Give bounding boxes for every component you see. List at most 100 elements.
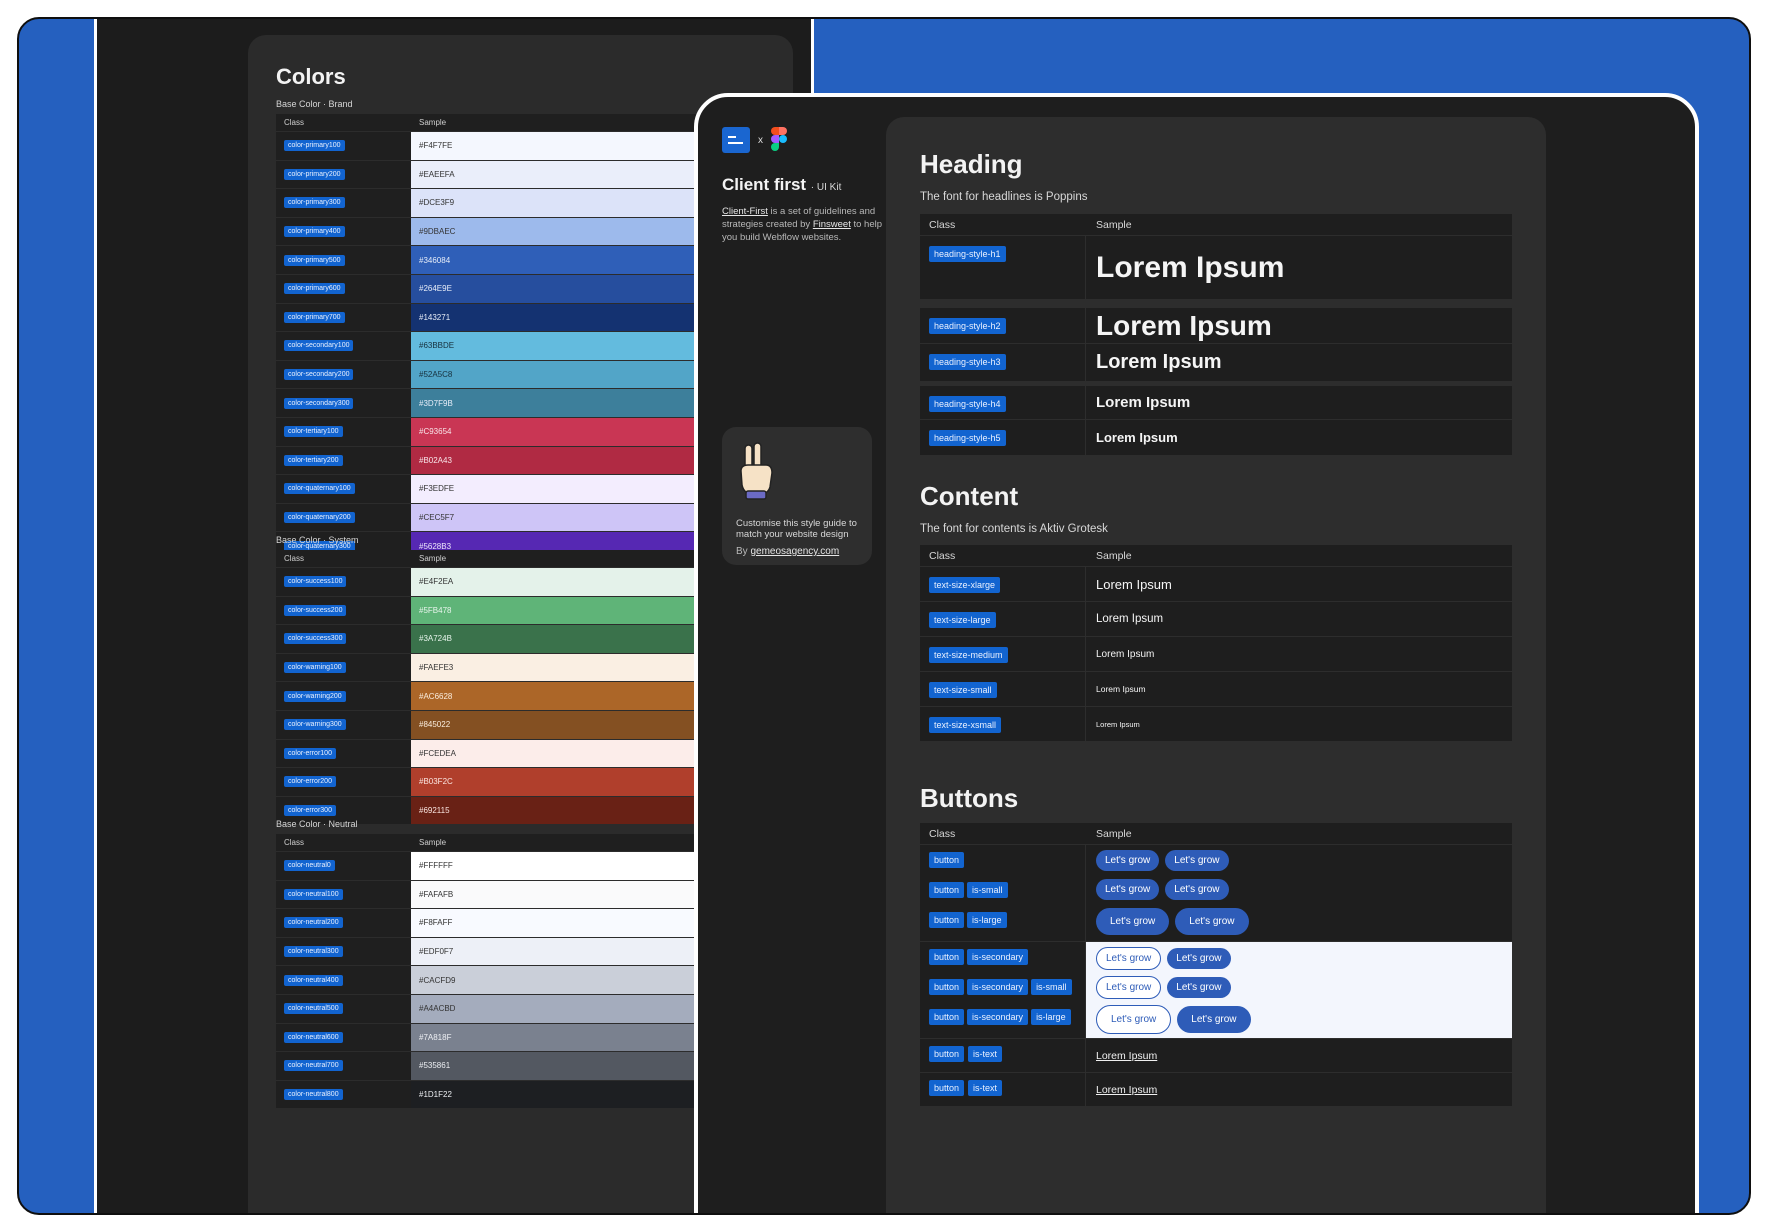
sidebar: x Client first · UI Kit Client-First is …: [722, 127, 892, 244]
class-tag: color-secondary100: [284, 340, 354, 352]
color-group-label: Base Color · Brand: [276, 99, 353, 109]
secondary-button-large[interactable]: Let's grow: [1096, 1005, 1172, 1034]
logo-row: x: [722, 127, 892, 153]
table-header: Class Sample: [920, 214, 1512, 236]
primary-button-small[interactable]: Let's grow: [1096, 879, 1160, 900]
sample-xsmall: Lorem Ipsum: [1096, 719, 1140, 729]
heading-table: Class Sample heading-style-h1 Lorem Ipsum…: [920, 214, 1512, 456]
table-row: text-size-small Lorem Ipsum: [920, 672, 1512, 707]
finsweet-link[interactable]: Finsweet: [813, 219, 851, 230]
class-tag: color-warning200: [284, 690, 346, 702]
sample-large: Lorem Ipsum: [1096, 613, 1164, 625]
primary-button-small[interactable]: Let's grow: [1167, 977, 1231, 998]
class-tag: color-error100: [284, 747, 336, 759]
sample-h3: Lorem Ipsum: [1096, 351, 1222, 373]
client-first-link[interactable]: Client-First: [722, 206, 768, 217]
class-tag: color-success200: [284, 604, 347, 616]
class-tag: color-primary400: [284, 226, 345, 238]
peace-hand-icon: [740, 442, 773, 500]
class-tag: color-primary300: [284, 197, 345, 209]
class-tag: color-warning100: [284, 662, 346, 674]
class-tag: color-neutral300: [284, 946, 343, 958]
text-button[interactable]: Lorem Ipsum: [1096, 1050, 1157, 1062]
table-row: button is-text Lorem Ipsum: [920, 1073, 1512, 1107]
figma-logo-icon: [771, 127, 787, 153]
content-section-title: Content: [920, 481, 1019, 511]
heading-section-title: Heading: [920, 149, 1023, 179]
class-tag: color-error300: [284, 805, 336, 817]
gemeos-link[interactable]: gemeosagency.com: [750, 546, 839, 557]
sample-medium: Lorem Ipsum: [1096, 648, 1155, 660]
class-tag: color-primary100: [284, 140, 345, 152]
class-tag: color-neutral500: [284, 1003, 343, 1015]
table-header: Class Sample: [920, 545, 1512, 567]
class-tag: color-success300: [284, 633, 347, 645]
table-row: heading-style-h3 Lorem Ipsum: [920, 344, 1512, 382]
class-tag: color-neutral200: [284, 917, 343, 929]
class-tag: color-primary600: [284, 283, 345, 295]
canvas-frame: Colors Base Color · Brand Class Sample colo…: [17, 17, 1751, 1215]
class-tag: color-secondary300: [284, 397, 354, 409]
class-tag: text-size-xlarge: [929, 577, 1001, 593]
primary-button-large[interactable]: Let's grow: [1096, 908, 1170, 935]
table-row: text-size-large Lorem Ipsum: [920, 602, 1512, 637]
logo-separator: x: [758, 134, 763, 146]
primary-button[interactable]: Let's grow: [1167, 948, 1231, 969]
buttons-section-title: Buttons: [920, 783, 1019, 813]
primary-button[interactable]: Let's grow: [1096, 850, 1160, 871]
class-tag: color-neutral0: [284, 860, 335, 872]
sample-xlarge: Lorem Ipsum: [1096, 576, 1172, 592]
sample-small: Lorem Ipsum: [1096, 684, 1146, 694]
secondary-button[interactable]: Let's grow: [1096, 947, 1162, 970]
secondary-button-small[interactable]: Let's grow: [1096, 976, 1162, 999]
sample-h1: Lorem Ipsum: [1096, 250, 1285, 284]
primary-button-large[interactable]: Let's grow: [1177, 1006, 1251, 1033]
table-row: button is-text Lorem Ipsum: [920, 1039, 1512, 1073]
class-tag: color-quaternary200: [284, 512, 355, 524]
content-section-subtitle: The font for contents is Aktiv Grotesk: [920, 523, 1108, 535]
brand-description: Client-First is a set of guidelines and …: [722, 206, 883, 243]
class-tag: color-primary500: [284, 254, 345, 266]
table-row: heading-style-h1 Lorem Ipsum: [920, 236, 1512, 300]
class-tag: text-size-large: [929, 612, 996, 628]
colors-title: Colors: [276, 64, 346, 89]
class-tag: color-neutral700: [284, 1060, 343, 1072]
card-credit: By gemeosagency.com: [736, 546, 840, 557]
class-tag: text-size-xsmall: [929, 717, 1002, 733]
table-row: heading-style-h4 Lorem Ipsum: [920, 382, 1512, 420]
card-text: Customise this style guide to match your…: [736, 518, 857, 540]
buttons-table: Class Sample button button is-small button…: [920, 823, 1512, 1107]
color-group-label: Base Color · Neutral: [276, 819, 358, 829]
table-row: button is-secondary button is-secondary is-…: [920, 942, 1512, 1039]
primary-button[interactable]: Let's grow: [1165, 850, 1229, 871]
class-tag: color-warning300: [284, 719, 346, 731]
class-tag: heading-style-h4: [929, 396, 1006, 412]
class-tag: color-tertiary100: [284, 426, 343, 438]
table-row: text-size-xsmall Lorem Ipsum: [920, 707, 1512, 742]
color-group-label: Base Color · System: [276, 535, 359, 545]
class-tag: text-size-small: [929, 682, 997, 698]
class-tag: color-primary200: [284, 168, 345, 180]
class-tag: color-neutral800: [284, 1089, 343, 1101]
class-tag: color-success100: [284, 576, 347, 588]
sample-h5: Lorem Ipsum: [1096, 430, 1178, 445]
brand-title: Client first · UI Kit: [722, 175, 842, 194]
table-row: text-size-medium Lorem Ipsum: [920, 637, 1512, 672]
class-tag: color-secondary200: [284, 369, 354, 381]
table-header: Class Sample: [920, 823, 1512, 845]
class-tag: color-error200: [284, 776, 336, 788]
table-row: text-size-xlarge Lorem Ipsum: [920, 567, 1512, 602]
client-first-window: x Client first · UI Kit Client-First is …: [694, 93, 1699, 1213]
sample-h4: Lorem Ipsum: [1096, 394, 1191, 411]
table-row: heading-style-h5 Lorem Ipsum: [920, 420, 1512, 456]
table-row: button button is-small button is-large Let…: [920, 845, 1512, 942]
class-tag: text-size-medium: [929, 647, 1008, 663]
heading-section-subtitle: The font for headlines is Poppins: [920, 191, 1088, 203]
styleguide-panel: Heading The font for headlines is Poppin…: [886, 117, 1546, 1213]
class-tag: heading-style-h1: [929, 246, 1006, 262]
class-tag: heading-style-h5: [929, 430, 1006, 446]
class-tag: color-tertiary200: [284, 454, 343, 466]
primary-button-large[interactable]: Let's grow: [1175, 908, 1249, 935]
primary-button-small[interactable]: Let's grow: [1165, 879, 1229, 900]
text-button[interactable]: Lorem Ipsum: [1096, 1084, 1157, 1096]
